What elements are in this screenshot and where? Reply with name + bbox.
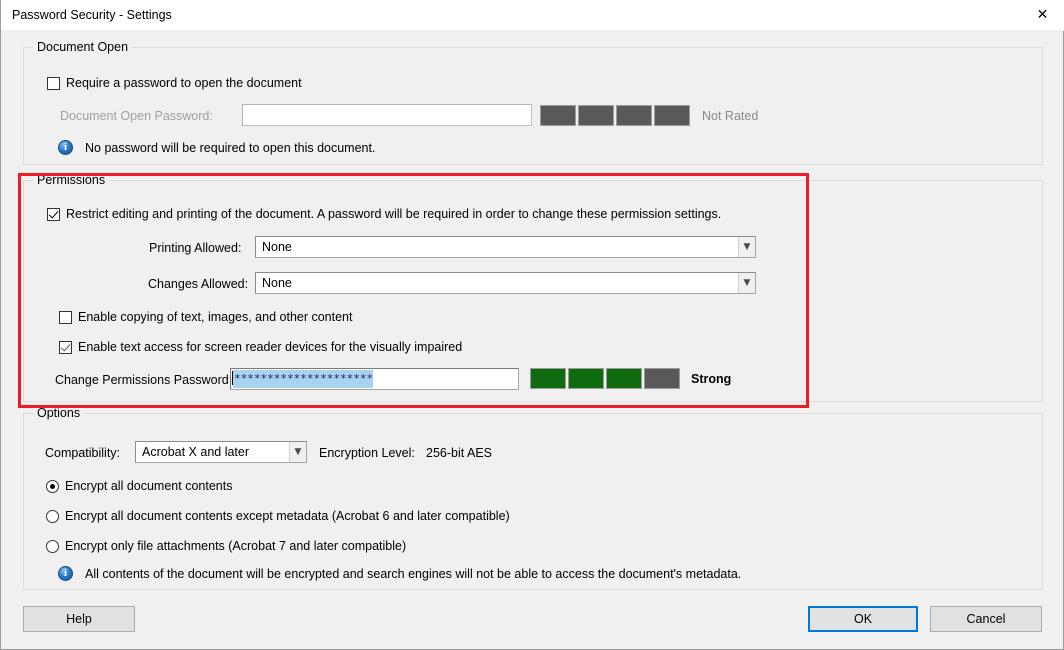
document-open-strength-meter	[540, 105, 692, 126]
require-password-checkbox-row[interactable]: Require a password to open the document	[47, 75, 302, 91]
strength-segment	[540, 105, 576, 126]
radio-encrypt-all-contents-label: Encrypt all document contents	[65, 479, 233, 493]
ok-button-label: OK	[853, 612, 873, 626]
printing-allowed-select[interactable]: None ▼	[255, 236, 756, 258]
document-open-password-label: Document Open Password:	[60, 109, 213, 123]
restrict-editing-label: Restrict editing and printing of the doc…	[66, 207, 722, 221]
restrict-editing-checkbox[interactable]	[47, 207, 60, 221]
close-icon[interactable]: ✕	[1020, 0, 1064, 30]
permissions-strength-meter	[530, 368, 682, 389]
strength-segment	[606, 368, 642, 389]
radio-encrypt-only-attachments[interactable]	[46, 539, 59, 553]
compatibility-value: Acrobat X and later	[142, 445, 250, 459]
strength-segment	[578, 105, 614, 126]
strength-segment	[530, 368, 566, 389]
radio-encrypt-only-attachments-label: Encrypt only file attachments (Acrobat 7…	[65, 539, 407, 553]
radio-encrypt-all-contents-row[interactable]: Encrypt all document contents	[46, 478, 232, 494]
help-button-label: Help	[66, 612, 92, 626]
enable-screen-reader-checkbox[interactable]	[59, 340, 72, 354]
compatibility-label: Compatibility:	[45, 446, 121, 460]
enable-screen-reader-checkbox-row[interactable]: Enable text access for screen reader dev…	[59, 339, 462, 355]
cancel-button[interactable]: Cancel	[930, 606, 1042, 632]
changes-allowed-label: Changes Allowed:	[148, 277, 249, 291]
strength-segment	[568, 368, 604, 389]
strength-segment	[654, 105, 690, 126]
restrict-editing-checkbox-row[interactable]: Restrict editing and printing of the doc…	[47, 206, 721, 222]
password-security-settings-dialog: Password Security - Settings ✕ Document …	[0, 0, 1064, 650]
info-icon	[58, 140, 73, 155]
chevron-down-icon[interactable]: ▼	[289, 442, 306, 462]
radio-encrypt-all-contents[interactable]	[46, 479, 59, 493]
radio-encrypt-except-metadata-row[interactable]: Encrypt all document contents except met…	[46, 508, 510, 524]
document-open-strength-label: Not Rated	[702, 109, 759, 123]
chevron-down-icon[interactable]: ▼	[738, 237, 755, 257]
strength-segment	[616, 105, 652, 126]
document-open-info-text: No password will be required to open thi…	[85, 141, 376, 155]
change-permissions-password-label: Change Permissions Password:	[55, 373, 233, 387]
info-icon	[58, 566, 73, 581]
strength-segment	[644, 368, 680, 389]
require-password-label: Require a password to open the document	[66, 76, 302, 90]
cancel-button-label: Cancel	[966, 612, 1006, 626]
compatibility-select[interactable]: Acrobat X and later ▼	[135, 441, 307, 463]
encryption-level-value: 256-bit AES	[426, 446, 493, 460]
printing-allowed-value: None	[262, 240, 292, 254]
radio-encrypt-except-metadata[interactable]	[46, 509, 59, 523]
printing-allowed-label: Printing Allowed:	[149, 241, 242, 255]
document-open-password-input[interactable]	[242, 104, 532, 126]
options-group: Options	[23, 406, 1043, 590]
changes-allowed-value: None	[262, 276, 292, 290]
permissions-legend: Permissions	[33, 173, 110, 187]
document-open-legend: Document Open	[33, 40, 133, 54]
help-button[interactable]: Help	[23, 606, 135, 632]
enable-screen-reader-label: Enable text access for screen reader dev…	[78, 340, 463, 354]
changes-allowed-select[interactable]: None ▼	[255, 272, 756, 294]
enable-copying-checkbox-row[interactable]: Enable copying of text, images, and othe…	[59, 309, 352, 325]
encryption-level-label: Encryption Level:	[319, 446, 415, 460]
title-bar: Password Security - Settings ✕	[1, 0, 1064, 31]
ok-button[interactable]: OK	[808, 606, 918, 632]
enable-copying-checkbox[interactable]	[59, 310, 72, 324]
permissions-strength-label: Strong	[691, 372, 732, 386]
change-permissions-password-value: *********************	[233, 370, 374, 388]
chevron-down-icon[interactable]: ▼	[738, 273, 755, 293]
options-legend: Options	[33, 406, 85, 420]
radio-encrypt-only-attachments-row[interactable]: Encrypt only file attachments (Acrobat 7…	[46, 538, 406, 554]
window-title: Password Security - Settings	[12, 8, 172, 22]
radio-encrypt-except-metadata-label: Encrypt all document contents except met…	[65, 509, 510, 523]
options-info-text: All contents of the document will be enc…	[85, 567, 742, 581]
change-permissions-password-input[interactable]: *********************	[230, 368, 519, 390]
require-password-checkbox[interactable]	[47, 76, 60, 90]
enable-copying-label: Enable copying of text, images, and othe…	[78, 310, 353, 324]
